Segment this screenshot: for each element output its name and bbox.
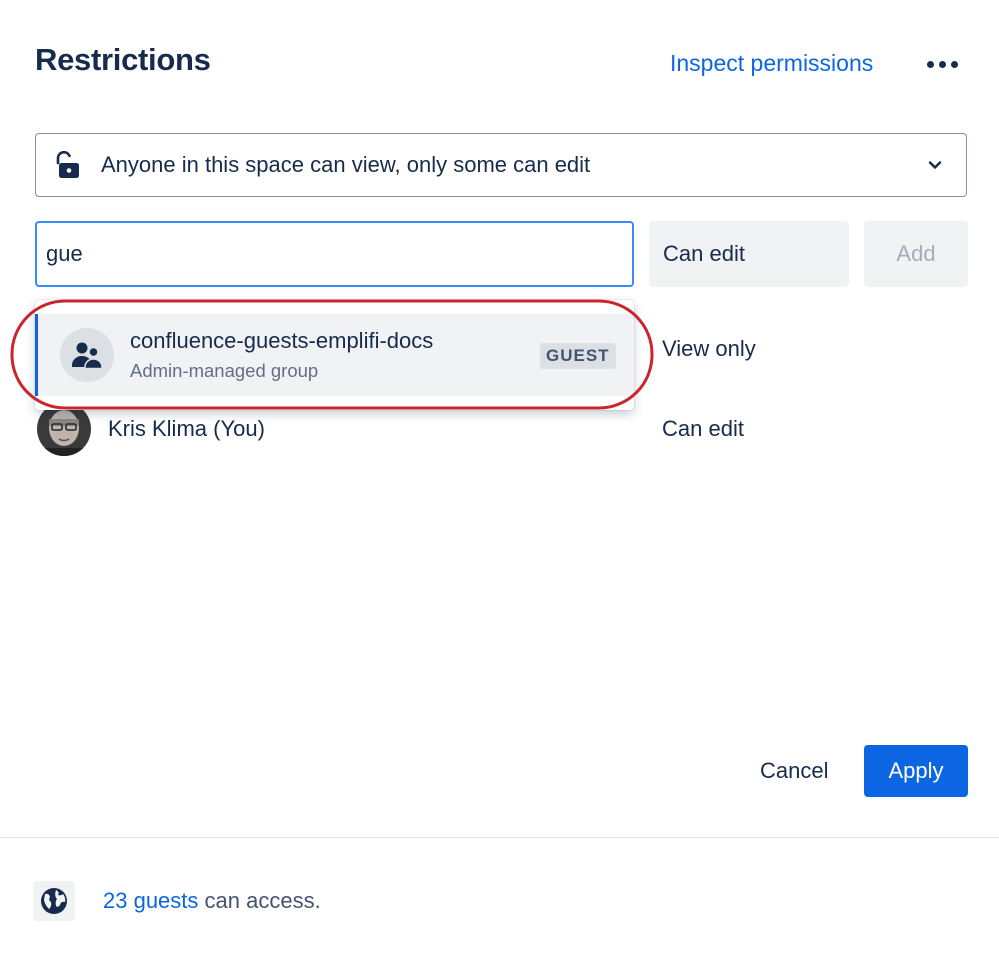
entry-permission-can-edit[interactable]: Can edit xyxy=(662,416,744,442)
restriction-select[interactable]: Anyone in this space can view, only some… xyxy=(35,133,967,197)
suggestion-option[interactable]: confluence-guests-emplifi-docs Admin-man… xyxy=(35,314,634,396)
guest-badge: GUEST xyxy=(540,343,616,369)
suggestion-subtitle: Admin-managed group xyxy=(130,360,319,381)
list-item: Kris Klima (You) xyxy=(37,402,265,456)
restriction-select-value: Anyone in this space can view, only some… xyxy=(101,152,591,177)
cancel-button[interactable]: Cancel xyxy=(744,745,844,797)
search-suggestions-dropdown: confluence-guests-emplifi-docs Admin-man… xyxy=(35,300,634,410)
entry-name: Kris Klima (You) xyxy=(108,416,265,441)
unlock-icon xyxy=(56,150,79,178)
more-dot xyxy=(938,60,946,68)
guests-link[interactable]: 23 guests xyxy=(103,888,198,913)
add-button: Add xyxy=(864,221,968,287)
user-group-search-input[interactable] xyxy=(35,221,634,287)
page-title: Restrictions xyxy=(35,42,211,77)
entry-permission-view-only[interactable]: View only xyxy=(662,336,756,362)
footer-divider xyxy=(0,837,999,838)
footer-text: can access. xyxy=(204,888,321,913)
footer-guest-access: 23 guests can access. xyxy=(103,888,321,914)
more-horizontal-icon xyxy=(926,60,934,68)
permission-select[interactable]: Can edit xyxy=(649,221,849,287)
more-options-button[interactable] xyxy=(920,46,964,82)
suggestion-title: confluence-guests-emplifi-docs xyxy=(130,328,434,353)
chevron-down-icon xyxy=(928,161,942,169)
globe-icon xyxy=(33,881,75,921)
inspect-permissions-link[interactable]: Inspect permissions xyxy=(670,50,873,77)
people-group-icon xyxy=(60,328,114,382)
more-dot xyxy=(950,60,958,68)
apply-button[interactable]: Apply xyxy=(864,745,968,797)
avatar xyxy=(37,402,91,456)
